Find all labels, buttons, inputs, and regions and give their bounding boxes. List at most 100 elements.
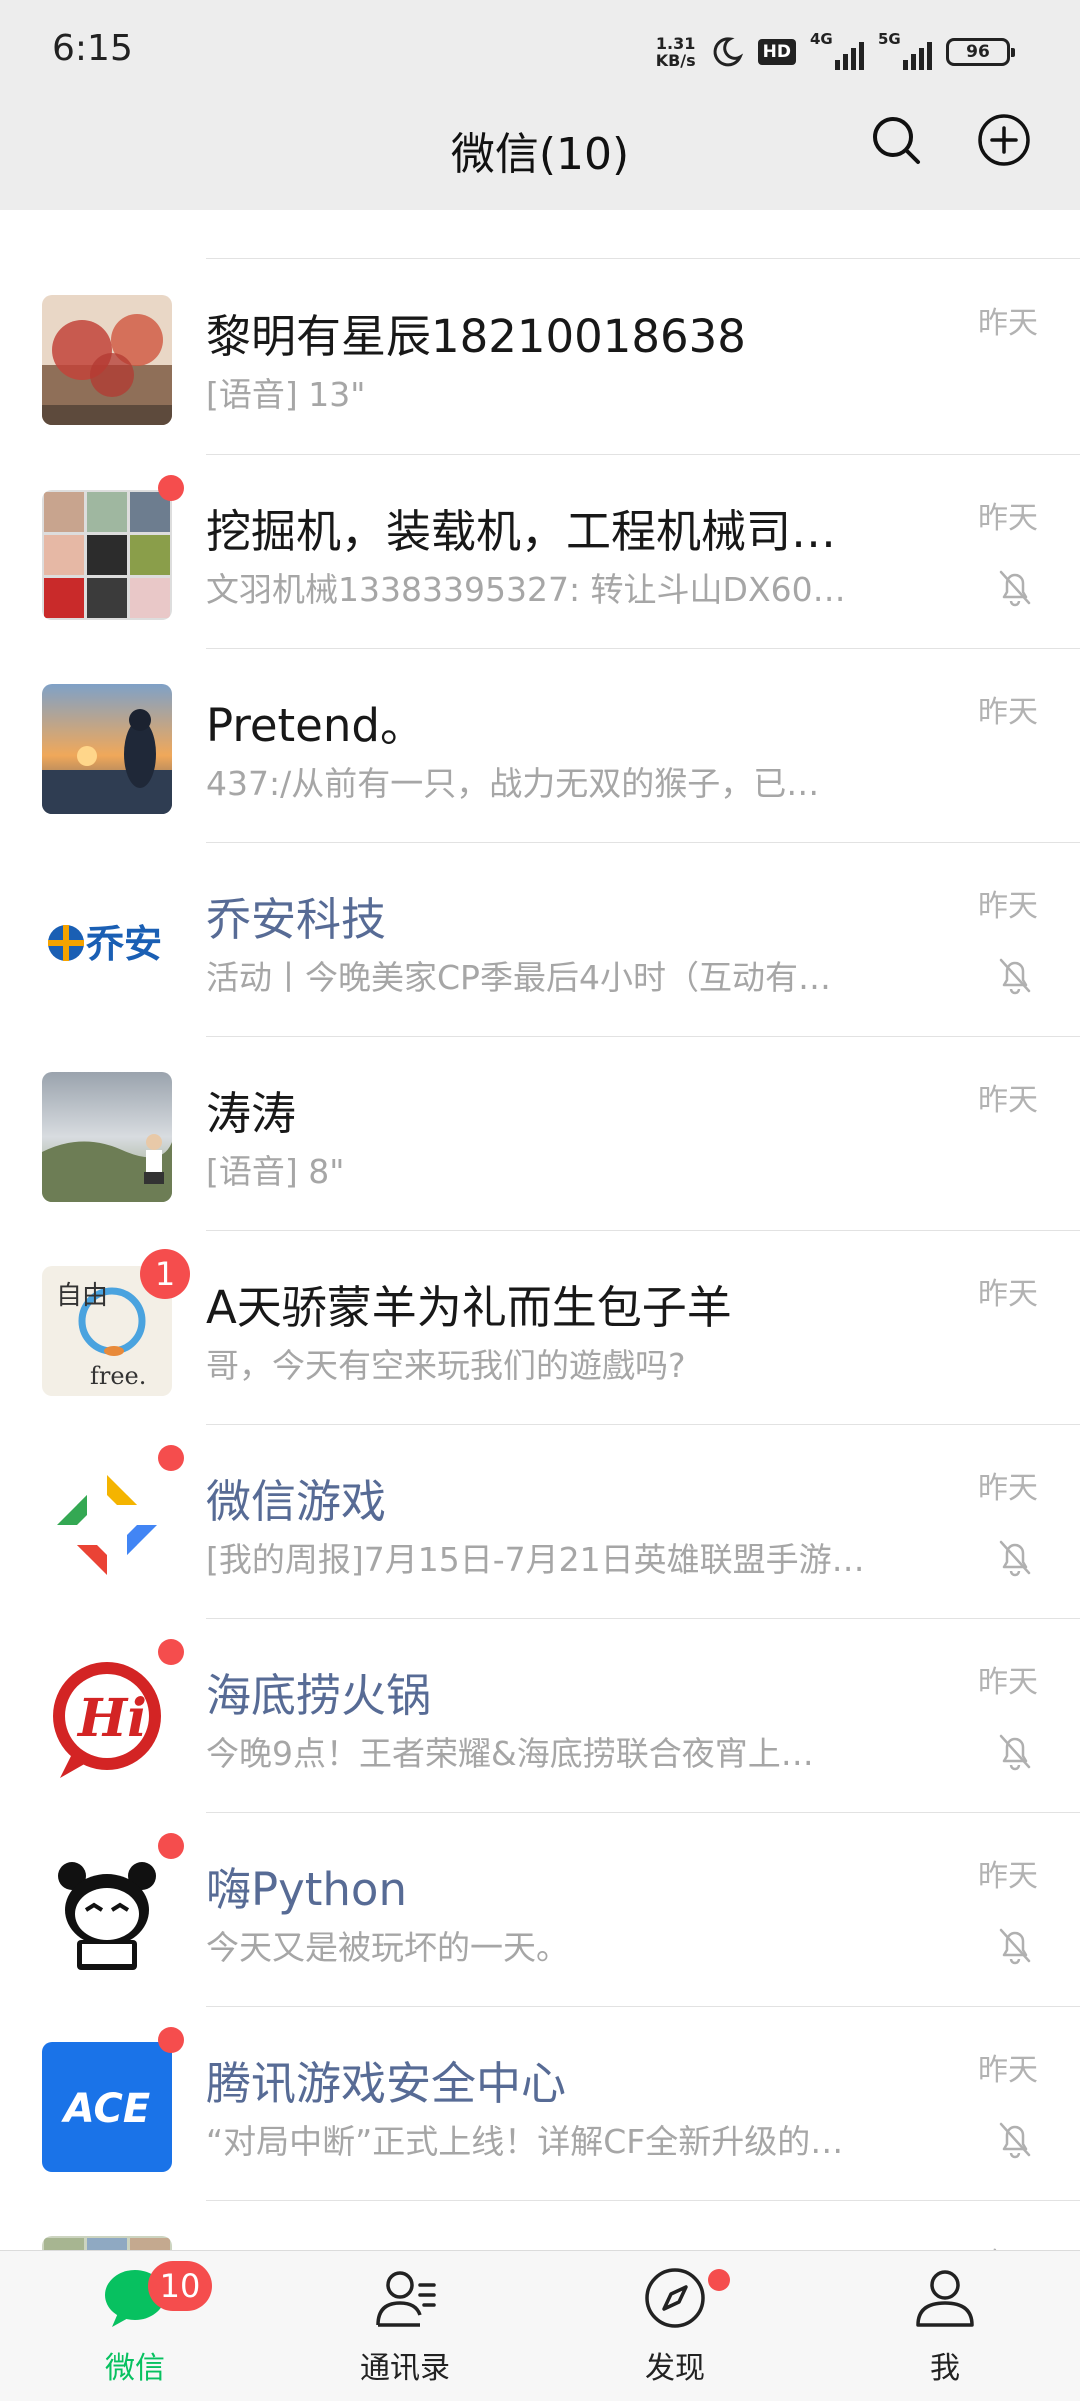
tab-unread-dot [708, 2269, 730, 2291]
search-icon[interactable] [868, 112, 924, 168]
signal-5g-label: 5G [878, 30, 901, 48]
chat-row[interactable]: Pretend。 437:/从前有一只，战力无双的猴子，已… 昨天 [0, 649, 1080, 843]
chat-preview: “对局中断”正式上线！详解CF全新升级的… [206, 2122, 844, 2161]
muted-bell-icon [999, 2122, 1031, 2159]
signal-4g-icon: 4G [810, 30, 864, 70]
status-time: 6:15 [52, 28, 133, 69]
battery-icon: 96 [946, 38, 1015, 66]
chat-preview: 哥，今天有空来玩我们的遊戲吗? [206, 1346, 686, 1385]
chat-time: 昨天 [978, 1083, 1038, 1118]
chat-preview: 今天又是被玩坏的一天。 [206, 1928, 569, 1967]
tab-contacts[interactable]: 通讯录 [270, 2251, 540, 2401]
muted-bell-icon [999, 958, 1031, 995]
chat-time: 昨天 [978, 1471, 1038, 1506]
chat-preview: [语音] 13" [206, 375, 366, 414]
chat-row[interactable]: 涛涛 [语音] 8" 昨天 [0, 1037, 1080, 1231]
chat-row[interactable]: 昨天 [0, 2201, 1080, 2250]
hd-voice-badge: HD [757, 39, 796, 65]
tab-chats[interactable]: 10 微信 [0, 2251, 270, 2401]
avatar [42, 684, 172, 814]
chat-time: 昨天 [978, 1859, 1038, 1894]
avatar: 乔安 [42, 878, 172, 1008]
avatar [42, 490, 172, 620]
tab-label: 发现 [645, 2351, 705, 2386]
network-speed-unit: KB/s [655, 51, 696, 70]
tab-label: 我 [930, 2351, 960, 2386]
qiaoan-logo-text: 乔安 [86, 922, 162, 966]
muted-bell-icon [999, 1540, 1031, 1577]
chat-list[interactable]: 黎明有星辰18210018638 [语音] 13" 昨天 挖掘机，装载机，工程机… [0, 210, 1080, 2250]
chat-time: 昨天 [978, 1277, 1038, 1312]
free-logo-text: 自由 [56, 1281, 108, 1311]
free-logo-subtext: free. [90, 1362, 146, 1390]
haidilao-logo-text: Hi [76, 1688, 147, 1749]
chat-row[interactable]: 自由 free. 1 A天骄蒙羊为礼而生包子羊 哥，今天有空来玩我们的遊戲吗? … [0, 1231, 1080, 1425]
signal-4g-label: 4G [810, 30, 833, 48]
avatar [42, 1848, 172, 1978]
chat-name: 涛涛 [206, 1087, 297, 1140]
battery-level: 96 [966, 42, 990, 62]
avatar [42, 2236, 172, 2250]
status-indicators: 1.31 KB/s HD 4G 5G 96 [656, 30, 1015, 74]
unread-dot [158, 1833, 184, 1859]
plus-circle-icon[interactable] [976, 112, 1032, 168]
contacts-icon [376, 2271, 436, 2327]
chat-preview: [语音] 8" [206, 1152, 345, 1191]
tab-label: 通讯录 [360, 2351, 450, 2386]
chat-name: 海底捞火锅 [206, 1669, 432, 1722]
network-speed: 1.31 KB/s [656, 35, 696, 69]
unread-dot [158, 1445, 184, 1471]
unread-count-badge: 1 [140, 1249, 190, 1299]
chat-time: 昨天 [978, 306, 1038, 341]
chat-row[interactable]: 嗨Python 今天又是被玩坏的一天。 昨天 [0, 1813, 1080, 2007]
ace-logo-text: ACE [61, 2086, 150, 2132]
person-icon [916, 2270, 974, 2327]
chat-time: 昨天 [978, 1665, 1038, 1700]
unread-dot [158, 475, 184, 501]
chat-time: 昨天 [978, 695, 1038, 730]
do-not-disturb-moon-icon [713, 37, 743, 67]
chat-row[interactable]: 挖掘机，装载机，工程机械司… 文羽机械13383395327: 转让斗山DX60… [0, 455, 1080, 649]
muted-bell-icon [999, 570, 1031, 607]
tab-me[interactable]: 我 [810, 2251, 1080, 2401]
chat-time: 昨天 [978, 889, 1038, 924]
chat-name: Pretend。 [206, 699, 425, 752]
tab-discover[interactable]: 发现 [540, 2251, 810, 2401]
network-speed-value: 1.31 [655, 34, 696, 53]
avatar [42, 295, 172, 425]
unread-dot [158, 1639, 184, 1665]
avatar [42, 1072, 172, 1202]
chat-preview: 文羽机械13383395327: 转让斗山DX60… [206, 570, 846, 609]
chat-name: 腾讯游戏安全中心 [206, 2057, 567, 2110]
chat-preview: [我的周报]7月15日-7月21日英雄联盟手游… [206, 1540, 865, 1579]
avatar [42, 1460, 172, 1590]
chat-preview: 活动丨今晚美家CP季最后4小时（互动有… [206, 958, 831, 997]
chat-row[interactable]: 微信游戏 [我的周报]7月15日-7月21日英雄联盟手游… 昨天 [0, 1425, 1080, 1619]
chat-preview: 今晚9点！王者荣耀&海底捞联合夜宵上… [206, 1734, 814, 1773]
chat-row[interactable]: 黎明有星辰18210018638 [语音] 13" 昨天 [0, 260, 1080, 454]
chat-name: 嗨Python [206, 1863, 407, 1916]
tab-unread-badge: 10 [148, 2261, 212, 2311]
chat-time: 昨天 [978, 2239, 1038, 2250]
chat-row[interactable]: 乔安 乔安科技 活动丨今晚美家CP季最后4小时（互动有… 昨天 [0, 843, 1080, 1037]
chat-time: 昨天 [978, 2053, 1038, 2088]
avatar: ACE [42, 2042, 172, 2172]
chat-row[interactable]: Hi 海底捞火锅 今晚9点！王者荣耀&海底捞联合夜宵上… 昨天 [0, 1619, 1080, 1813]
muted-bell-icon [999, 1734, 1031, 1771]
unread-dot [158, 2027, 184, 2053]
tab-label: 微信 [105, 2351, 165, 2386]
muted-bell-icon [999, 1928, 1031, 1965]
chat-preview: 437:/从前有一只，战力无双的猴子，已… [206, 764, 820, 803]
chat-name: 黎明有星辰18210018638 [206, 310, 746, 363]
bottom-tab-bar: 10 微信 通讯录 发现 我 [0, 2250, 1080, 2401]
signal-5g-icon: 5G [878, 30, 932, 70]
chat-name: A天骄蒙羊为礼而生包子羊 [206, 1281, 732, 1334]
avatar: Hi [42, 1654, 172, 1784]
compass-icon [645, 2268, 705, 2328]
top-bar: 6:15 1.31 KB/s HD 4G 5G 96 微信(10) [0, 0, 1080, 210]
chat-time: 昨天 [978, 501, 1038, 536]
chat-name: 挖掘机，装载机，工程机械司… [206, 505, 837, 558]
chat-row[interactable]: ACE 腾讯游戏安全中心 “对局中断”正式上线！详解CF全新升级的… 昨天 [0, 2007, 1080, 2201]
chat-name: 微信游戏 [206, 1475, 387, 1528]
chat-name: 乔安科技 [206, 893, 387, 946]
